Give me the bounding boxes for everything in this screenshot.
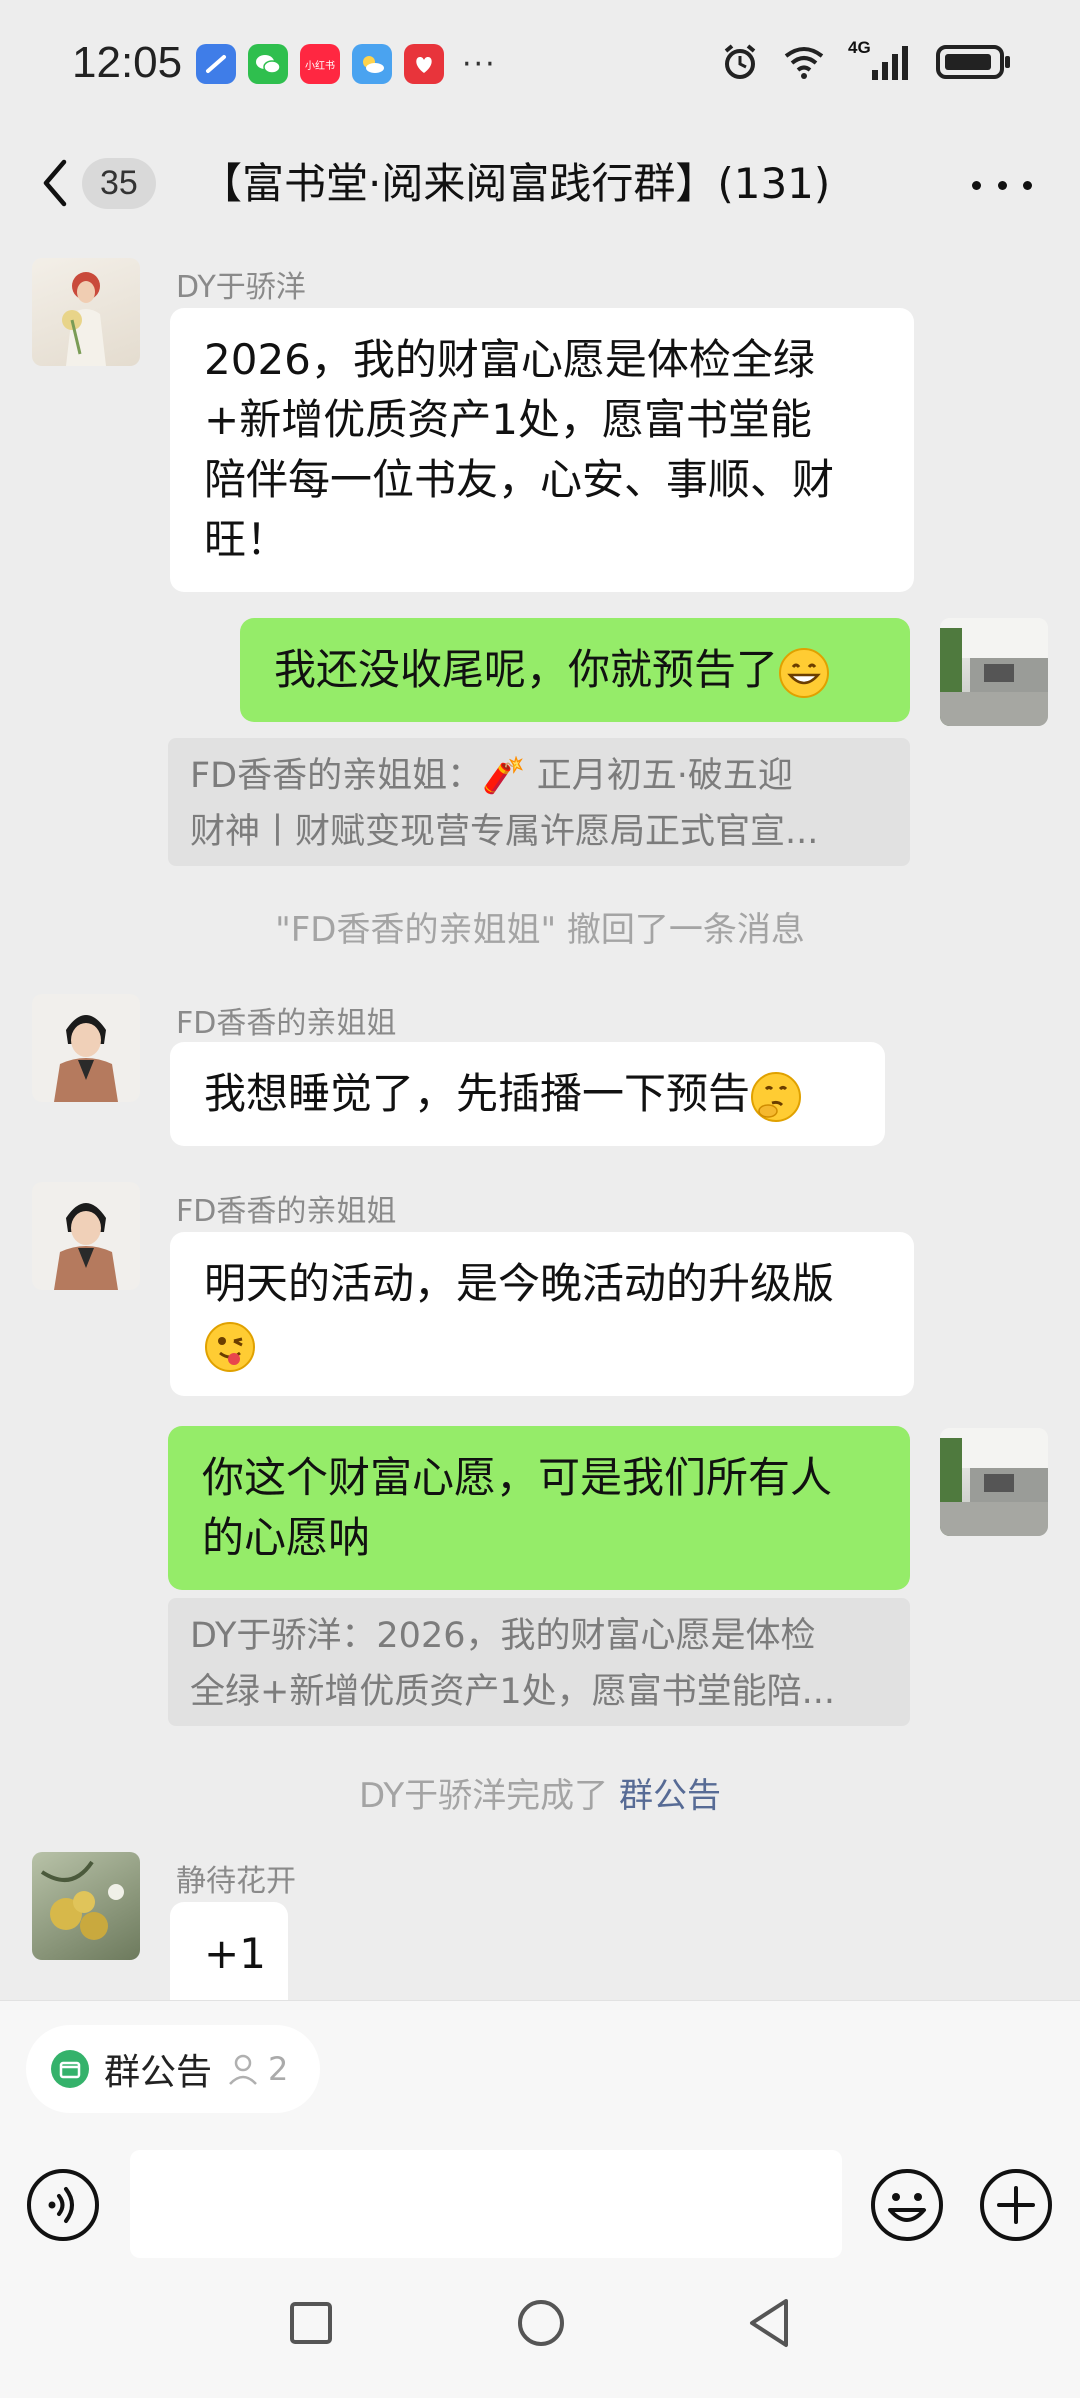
more-icon (972, 180, 981, 190)
quote-line: 全绿+新增优质资产1处，愿富书堂能陪... (190, 1672, 835, 1712)
notice-label: 群公告 (104, 2052, 213, 2093)
grin-emoji-icon (779, 647, 830, 698)
system-text: DY于骄洋完成了 (359, 1776, 619, 1816)
status-right: 4G (720, 38, 1012, 82)
own-avatar[interactable] (940, 618, 1048, 726)
signal-icon: 4G (848, 38, 914, 82)
group-notice-link[interactable]: 群公告 (619, 1776, 721, 1816)
unread-badge: 35 (82, 157, 156, 209)
notice-count: 2 (268, 2050, 289, 2088)
thinking-emoji-icon (751, 1071, 802, 1122)
back-button[interactable]: 35 (40, 148, 180, 218)
chat-header: 35 【富书堂·阅来阅富践行群】(131) (0, 130, 1080, 240)
message-line: 你这个财富心愿，可是我们所有人 (202, 1453, 833, 1502)
sender-name: 静待花开 (176, 1864, 296, 1899)
sender-name: DY于骄洋 (176, 270, 306, 305)
alarm-icon (724, 44, 756, 79)
more-notifications-icon: ··· (462, 46, 497, 82)
quoted-message[interactable]: DY于骄洋：2026，我的财富心愿是体检 全绿+新增优质资产1处，愿富书堂能陪.… (168, 1598, 910, 1726)
avatar[interactable] (32, 258, 140, 366)
announcement-icon (51, 2050, 89, 2088)
system-nav-bar (0, 2260, 1080, 2398)
voice-icon[interactable] (26, 2168, 100, 2242)
message-text: +1 (204, 1929, 266, 1978)
own-message-bubble[interactable]: 我还没收尾呢，你就预告了 (240, 618, 910, 722)
status-time: 12:05 (72, 38, 183, 87)
message-bubble[interactable]: 我想睡觉了，先插播一下预告 (170, 1042, 885, 1146)
notification-icons: 小红书 ··· (196, 44, 497, 84)
message-text: 我还没收尾呢，你就预告了 (274, 645, 779, 694)
message-line: +新增优质资产1处，愿富书堂能 (204, 395, 812, 444)
message-text: 我想睡觉了，先插播一下预告 (204, 1069, 751, 1118)
wink-tongue-emoji-icon (205, 1321, 255, 1372)
group-notice-chip[interactable]: 群公告 2 (26, 2025, 321, 2113)
notice-bar: 群公告 2 (0, 2000, 1080, 2150)
weather-app-icon (352, 44, 392, 84)
wechat-app-icon (248, 44, 288, 84)
message-line: 旺！ (204, 515, 289, 564)
message-input[interactable] (130, 2150, 842, 2258)
browser-app-icon (196, 44, 236, 84)
back-chevron-icon (43, 159, 67, 207)
network-type: 4G (848, 38, 871, 57)
more-icon-dot (997, 180, 1007, 190)
nav-square-icon[interactable] (288, 2300, 334, 2346)
chat-title: 【富书堂·阅来阅富践行群】(131) (200, 159, 831, 208)
pinduoduo-app-icon (404, 44, 444, 84)
battery-icon (936, 45, 1010, 79)
nav-circle-icon[interactable] (516, 2298, 566, 2348)
emoji-icon[interactable] (870, 2168, 944, 2242)
quote-line: DY于骄洋：2026，我的财富心愿是体检 (190, 1616, 816, 1656)
message-text: 明天的活动，是今晚活动的升级版 (204, 1259, 835, 1308)
sender-name: FD香香的亲姐姐 (176, 1194, 397, 1229)
nav-back-icon[interactable] (746, 2296, 792, 2350)
message-line: 的心愿呐 (202, 1513, 371, 1562)
wifi-icon (784, 47, 824, 79)
status-bar: 12:05 小红书 ··· 4G (0, 0, 1080, 130)
quote-line: 财神丨财赋变现营专属许愿局正式官宣... (190, 812, 819, 852)
more-button[interactable] (972, 160, 1032, 210)
more-icon-dot (1023, 180, 1032, 190)
quoted-message[interactable]: FD香香的亲姐姐：🧨 正月初五·破五迎 财神丨财赋变现营专属许愿局正式官宣... (168, 738, 910, 866)
xiaohongshu-app-icon: 小红书 (300, 44, 340, 84)
person-icon (229, 2054, 257, 2085)
system-message: "FD香香的亲姐姐" 撤回了一条消息 (275, 910, 805, 950)
message-line: 2026，我的财富心愿是体检全绿 (204, 335, 815, 384)
message-bubble[interactable]: +1 (170, 1902, 288, 2000)
message-bubble[interactable]: 2026，我的财富心愿是体检全绿 +新增优质资产1处，愿富书堂能 陪伴每一位书友… (170, 308, 914, 592)
plus-icon[interactable] (979, 2168, 1053, 2242)
avatar[interactable] (32, 994, 140, 1102)
message-line: 陪伴每一位书友，心安、事顺、财 (204, 455, 835, 504)
avatar[interactable] (32, 1182, 140, 1290)
system-message: DY于骄洋完成了 群公告 (0, 1768, 1080, 1817)
own-message-bubble[interactable]: 你这个财富心愿，可是我们所有人 的心愿呐 (168, 1426, 910, 1590)
message-emoji-line (204, 1314, 880, 1374)
quote-line: FD香香的亲姐姐：🧨 正月初五·破五迎 (190, 756, 793, 796)
sender-name: FD香香的亲姐姐 (176, 1006, 397, 1041)
own-avatar[interactable] (940, 1428, 1048, 1536)
message-bubble[interactable]: 明天的活动，是今晚活动的升级版 (170, 1232, 914, 1396)
avatar[interactable] (32, 1852, 140, 1960)
input-bar (0, 2150, 1080, 2260)
